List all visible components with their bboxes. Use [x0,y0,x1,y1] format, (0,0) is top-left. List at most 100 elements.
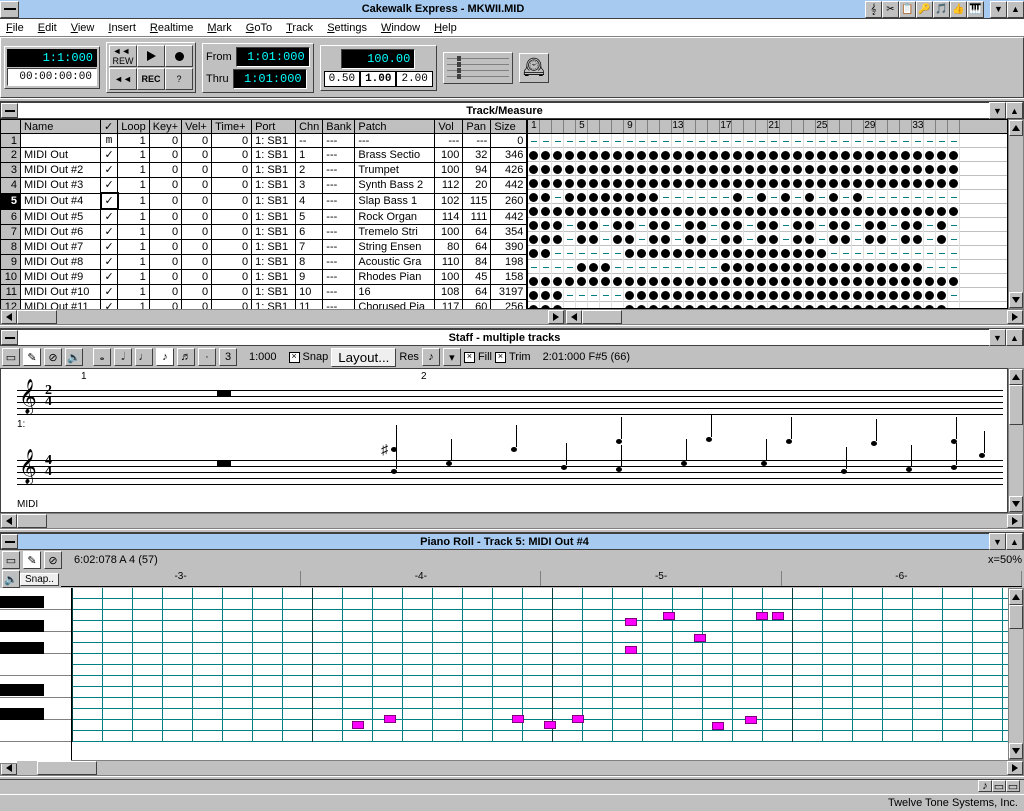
tray-btn-6[interactable]: 👍 [950,1,967,18]
pr-erase[interactable]: ⊘ [44,551,62,569]
app-title: Cakewalk Express - MKWII.MID [21,3,865,15]
staff-vscroll[interactable] [1008,368,1024,513]
note-eighth[interactable]: ♪ [156,348,174,366]
pr-snap[interactable]: Snap.. [20,573,59,586]
tray-btn-1[interactable]: 𝄞 [865,1,882,18]
staff-sys-icon[interactable] [1,330,18,345]
menu-mark[interactable]: Mark [207,22,231,34]
record-button[interactable] [165,45,193,67]
track-min-button[interactable]: ▼ [989,102,1006,119]
menu-edit[interactable]: Edit [38,22,57,34]
tray-btn-3[interactable]: 📋 [899,1,916,18]
system-menu-icon[interactable] [0,1,19,18]
piano-ruler[interactable]: -3--4--5--6- [61,571,1022,587]
piano-hscroll[interactable] [0,760,1024,776]
piano-max-button[interactable]: ▲ [1006,533,1023,550]
note-dot[interactable]: · [198,348,216,366]
menu-goto[interactable]: GoTo [246,22,272,34]
note-whole[interactable]: 𝅝 [93,348,111,366]
pos-bbm[interactable]: 1:1:000 [7,49,97,67]
tray-btn-5[interactable]: 🎵 [933,1,950,18]
piano-keys[interactable] [0,588,72,760]
thru-label: Thru [206,73,229,85]
trim-check[interactable]: × [495,352,506,363]
staff-canvas[interactable]: 1 2 𝄞 24 1: 𝄞 44 MIDI ♯ [0,368,1008,513]
track-table[interactable]: Name✓LoopKey+Vel+Time+PortChnBankPatchVo… [0,119,527,309]
piano-vscroll[interactable] [1008,588,1024,760]
piano-sys-icon[interactable] [1,534,18,549]
staff-pane-title: Staff - multiple tracks ▼▲ [0,329,1024,346]
res-note[interactable]: ♪ [422,348,440,366]
from-thru-box: From 1:01:000 Thru 1:01:000 [202,43,314,93]
pos-smpte[interactable]: 00:00:00:00 [7,68,97,86]
staff-toolbar: ▭ ✎ ⊘ 🔊 𝅝 𝅗𝅥 ♩ ♪ ♬ · 3 1:000 × Snap Layo… [0,346,1024,368]
metronome-button[interactable]: 🕰 [519,53,549,83]
layout-button[interactable]: Layout... [331,348,396,367]
tempo-ratio[interactable]: 0.50 1.00 2.00 [324,71,433,87]
tray-btn-2[interactable]: ✂ [882,1,899,18]
piano-roll-area [0,588,1024,760]
stop-button[interactable]: REC [137,68,165,90]
piano-sub-toolbar: 🔊 Snap.. -3--4--5--6- [0,570,1024,588]
staff-tool-erase[interactable]: ⊘ [44,348,62,366]
staff-tool-select[interactable]: ▭ [2,348,20,366]
menu-file[interactable]: File [6,22,24,34]
rew2-button[interactable]: ◄◄ [109,68,137,90]
play-button[interactable] [137,45,165,67]
res-down[interactable]: ▾ [443,348,461,366]
track-hscroll-right[interactable] [565,309,1024,325]
note-triplet[interactable]: 3 [219,348,237,366]
minimize-button[interactable]: ▼ [990,1,1007,18]
staff-tool-scrub[interactable]: 🔊 [65,348,83,366]
menu-help[interactable]: Help [434,22,457,34]
treble-clef-icon: 𝄞 [19,385,37,409]
tray-btn-4[interactable]: 🔑 [916,1,933,18]
transport-buttons: ◄◄REW ◄◄ REC ? [106,42,196,93]
menu-insert[interactable]: Insert [108,22,136,34]
track-pane-title: Track/Measure ▼ ▲ [0,102,1024,119]
mdi-icon-3[interactable]: ▭ [1006,780,1020,792]
tray-btn-7[interactable]: 🎹 [967,1,984,18]
menu-view[interactable]: View [71,22,95,34]
track-measure-pane: Name✓LoopKey+Vel+Time+PortChnBankPatchVo… [0,119,1024,309]
fill-check[interactable]: × [464,352,475,363]
piano-pane-title: Piano Roll - Track 5: MIDI Out #4 ▼▲ [0,533,1024,550]
pr-draw[interactable]: ✎ [23,551,41,569]
staff-hscroll[interactable] [0,513,1024,529]
staff-pos: 1:000 [249,351,277,363]
mdi-icon-2[interactable]: ▭ [992,780,1006,792]
piano-min-button[interactable]: ▼ [989,533,1006,550]
rewind-button[interactable]: ◄◄REW [109,45,137,67]
tempo-value[interactable]: 100.00 [341,49,415,69]
staff-info: 2:01:000 F#5 (66) [543,351,630,363]
fader-box[interactable] [443,52,513,84]
menu-settings[interactable]: Settings [327,22,367,34]
pr-select[interactable]: ▭ [2,551,20,569]
staff-max-button[interactable]: ▲ [1006,329,1023,346]
pr-speaker[interactable]: 🔊 [2,570,20,588]
note-quarter[interactable]: ♩ [135,348,153,366]
snap-check[interactable]: × [289,352,300,363]
from-value[interactable]: 1:01:000 [236,47,310,67]
piano-grid[interactable] [72,588,1008,760]
staff-min-button[interactable]: ▼ [989,329,1006,346]
track-max-button[interactable]: ▲ [1006,102,1023,119]
menu-track[interactable]: Track [286,22,313,34]
mdi-bottom: ♪ ▭ ▭ [0,780,1024,794]
note-half[interactable]: 𝅗𝅥 [114,348,132,366]
track-vscroll[interactable] [1008,119,1024,309]
track-sys-icon[interactable] [1,103,18,118]
app-titlebar: Cakewalk Express - MKWII.MID 𝄞 ✂ 📋 🔑 🎵 👍… [0,0,1024,19]
track-hscroll-left[interactable] [0,309,565,325]
statusbar: Twelve Tone Systems, Inc. [0,794,1024,811]
thru-value[interactable]: 1:01:000 [233,69,307,89]
measure-grid[interactable]: 159131721252933 [527,119,1008,309]
staff-tool-draw[interactable]: ✎ [23,348,41,366]
pr-pos: 6:02:078 A 4 (57) [74,554,158,566]
note-16th[interactable]: ♬ [177,348,195,366]
menu-window[interactable]: Window [381,22,420,34]
menu-realtime[interactable]: Realtime [150,22,193,34]
maximize-button[interactable]: ▲ [1007,1,1024,18]
mdi-icon-1[interactable]: ♪ [978,780,992,792]
help-button[interactable]: ? [165,68,193,90]
